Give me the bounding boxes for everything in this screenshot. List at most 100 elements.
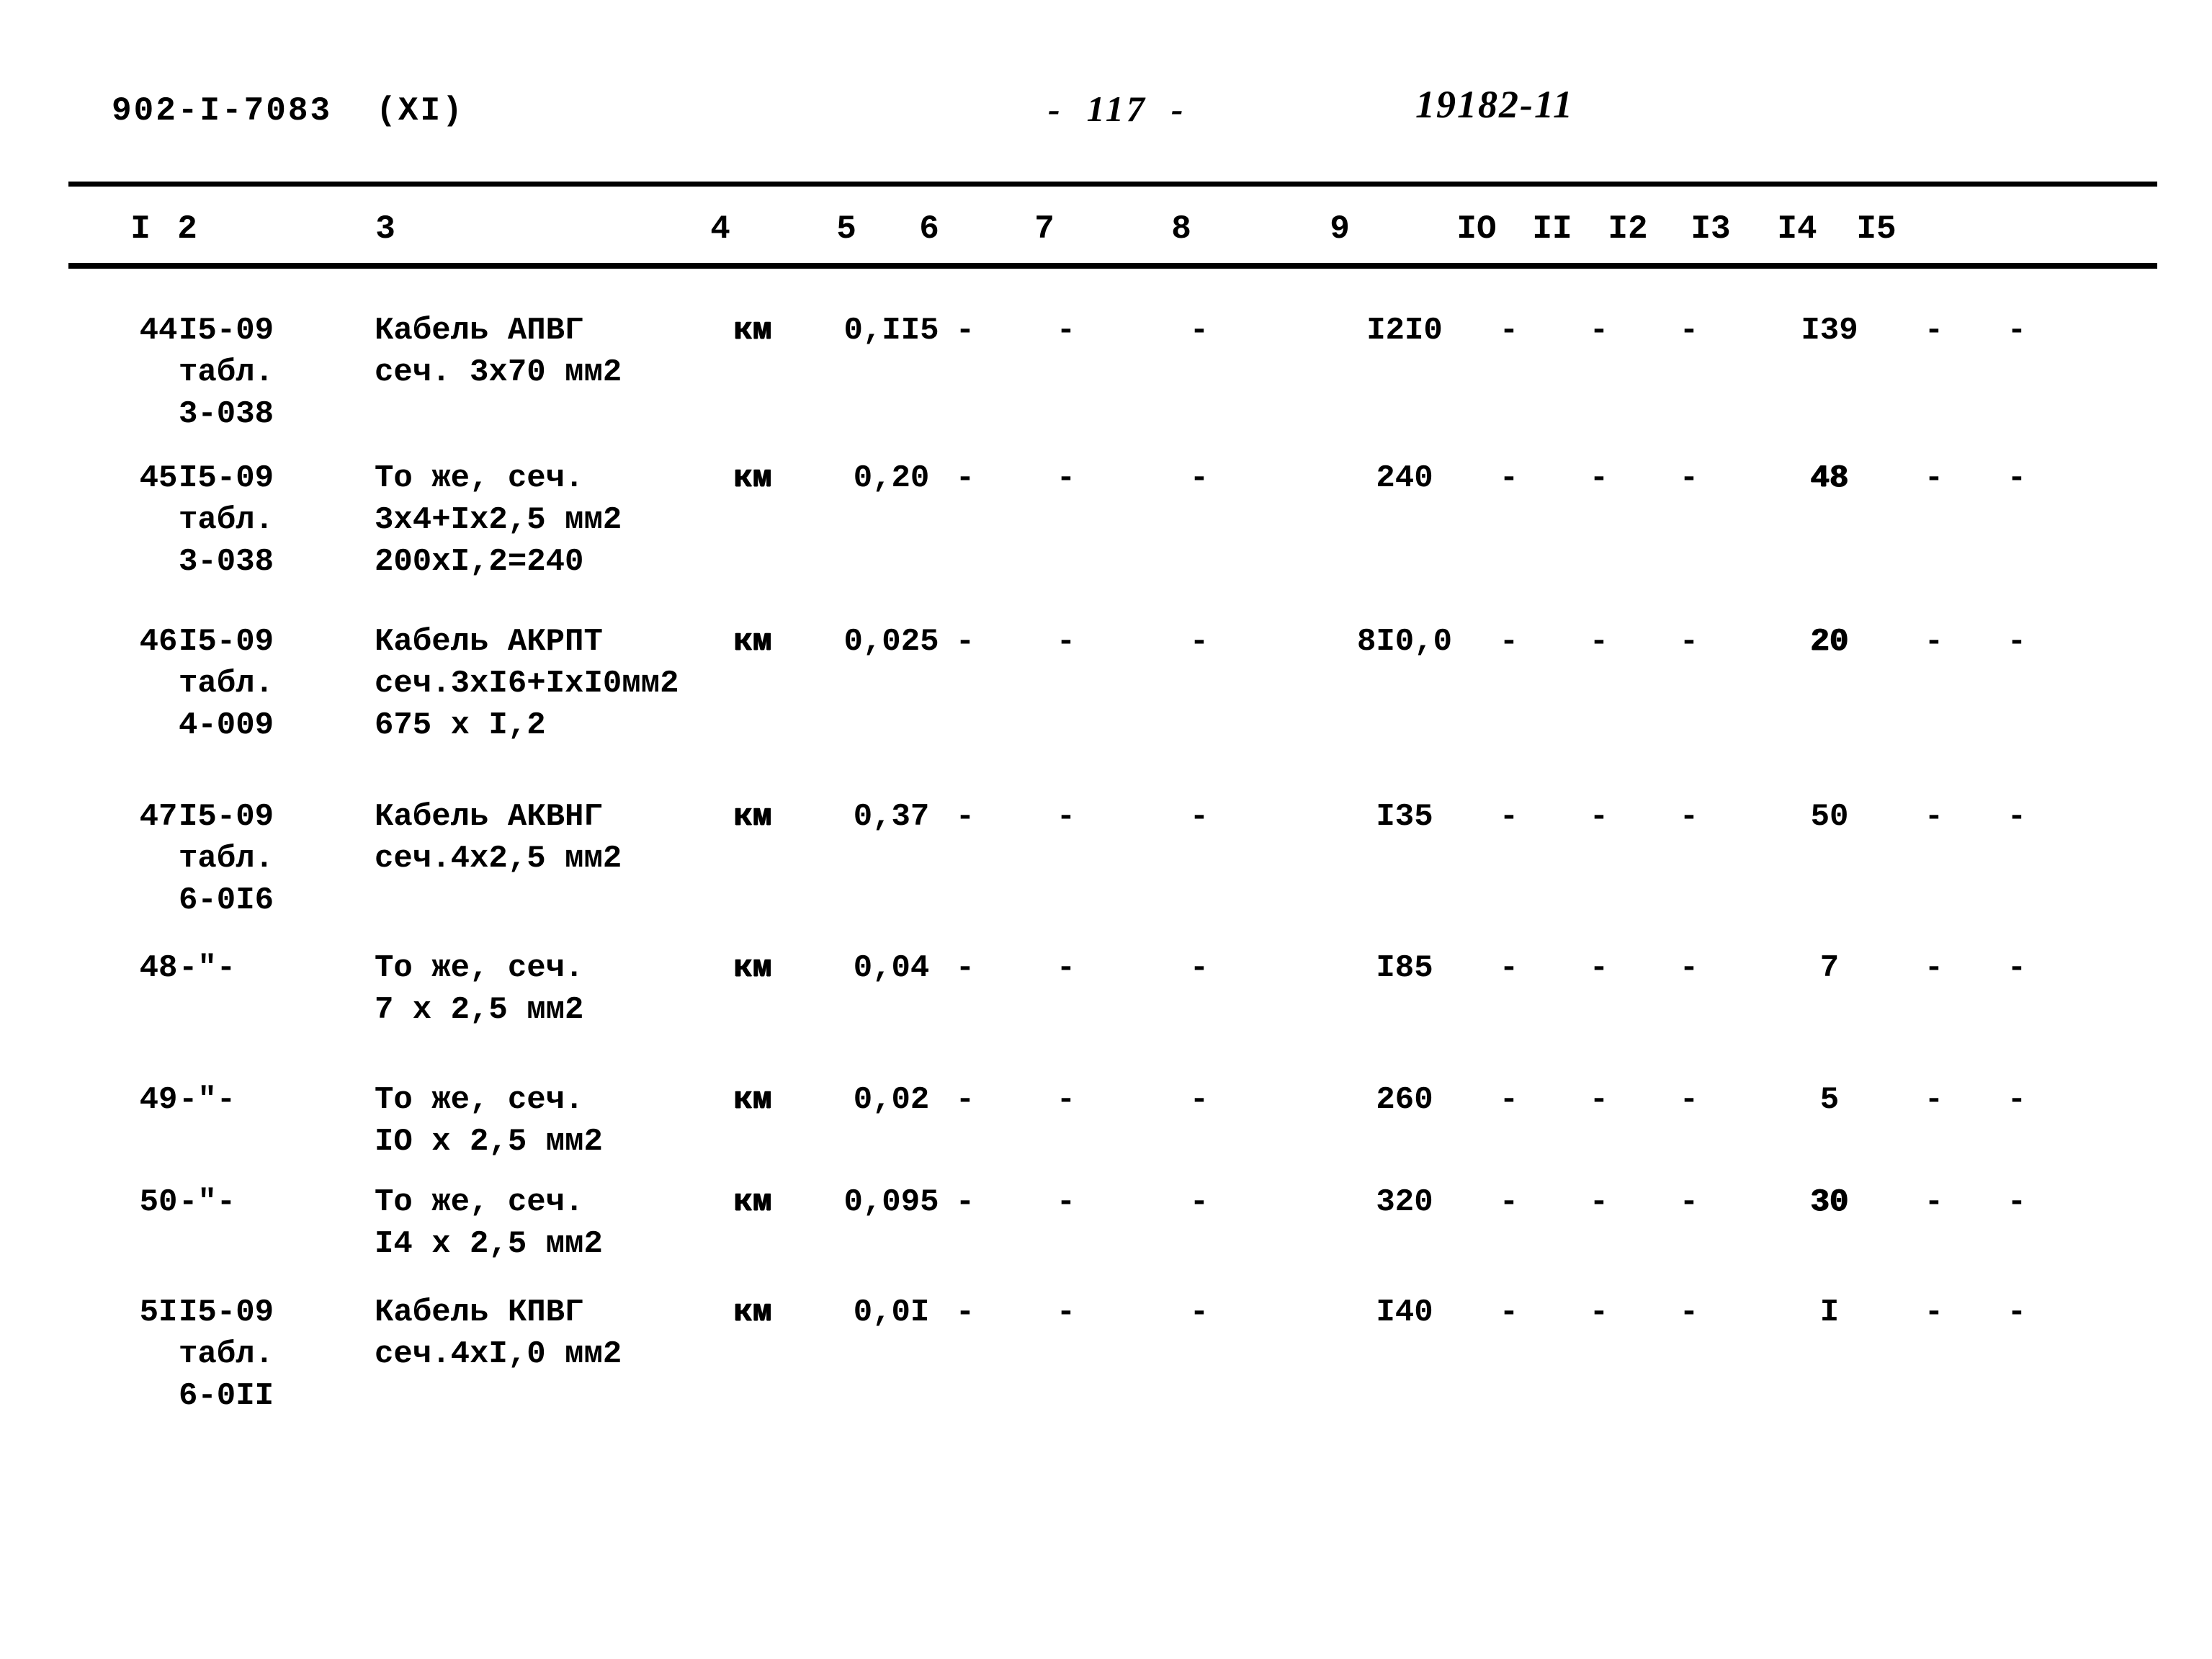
cell-c8: - xyxy=(1189,1082,1209,1118)
cell-c3: Кабель КПВГ сеч.4хI,0 мм2 xyxy=(375,1292,691,1375)
cell-c13: 48 xyxy=(1810,460,1849,496)
cell-c13: 20 xyxy=(1810,624,1849,660)
cell-line: 675 х I,2 xyxy=(375,707,546,743)
cell-c2: -"- xyxy=(179,1079,344,1121)
cell-line: -"- xyxy=(179,1184,236,1220)
cell-c4: км xyxy=(733,799,772,835)
cell-c11: - xyxy=(1589,1294,1609,1331)
cell-c9: 260 xyxy=(1376,1082,1433,1118)
cell-c5: 0,095 xyxy=(843,1184,939,1220)
cell-c4: км xyxy=(733,313,772,349)
cell-c3: Кабель АПВГ сеч. 3х70 мм2 xyxy=(375,310,691,393)
cell-c2: I5-09 табл. 4-009 xyxy=(179,621,344,746)
cell-c14: - xyxy=(1924,1294,1944,1331)
cell-c10: - xyxy=(1499,313,1519,349)
cell-c6: - xyxy=(955,1082,975,1118)
cell-c12: - xyxy=(1679,313,1699,349)
cell-line: сеч. 3х70 мм2 xyxy=(375,354,622,390)
cell-line: 4-009 xyxy=(179,707,274,743)
cell-c7: - xyxy=(1056,1184,1076,1220)
cell-c13: 5 xyxy=(1819,1082,1840,1118)
cell-c8: - xyxy=(1189,1294,1209,1331)
cell-c13: 50 xyxy=(1810,799,1849,835)
cell-c10: - xyxy=(1499,624,1519,660)
cell-c15: - xyxy=(2007,624,2027,660)
cell-line: I5-09 xyxy=(179,313,274,349)
cell-line: 3-038 xyxy=(179,544,274,580)
column-header-1: I xyxy=(130,210,151,248)
cell-line: То же, сеч. xyxy=(375,460,584,496)
cell-c5: 0,025 xyxy=(843,624,939,660)
cell-c7: - xyxy=(1056,799,1076,835)
column-header-7: 7 xyxy=(1034,210,1054,248)
cell-c3: Кабель АКРПТ сеч.3хI6+IхI0мм2 675 х I,2 xyxy=(375,621,691,746)
cell-c9: 240 xyxy=(1376,460,1433,496)
cell-c3: То же, сеч. I4 х 2,5 мм2 xyxy=(375,1181,691,1265)
cell-c4: км xyxy=(733,1294,772,1331)
cell-c14: - xyxy=(1924,1082,1944,1118)
cell-c13: I xyxy=(1819,1294,1840,1331)
cell-line: -"- xyxy=(179,950,236,986)
cell-c6: - xyxy=(955,1294,975,1331)
cell-c3: То же, сеч. IO х 2,5 мм2 xyxy=(375,1079,691,1163)
handwritten-page-number: - 117 - xyxy=(1048,89,1186,129)
column-header-10: IO xyxy=(1456,210,1497,248)
cell-c14: - xyxy=(1924,313,1944,349)
cell-c7: - xyxy=(1056,460,1076,496)
cell-line: I5-09 xyxy=(179,460,274,496)
cell-c11: - xyxy=(1589,1082,1609,1118)
cell-c3: То же, сеч. 3х4+Iх2,5 мм2 200хI,2=240 xyxy=(375,457,691,583)
cell-c2: -"- xyxy=(179,947,344,989)
cell-c12: - xyxy=(1679,1184,1699,1220)
cell-c14: - xyxy=(1924,460,1944,496)
cell-c8: - xyxy=(1189,1184,1209,1220)
cell-c8: - xyxy=(1189,624,1209,660)
cell-line: сеч.3хI6+IхI0мм2 xyxy=(375,666,679,702)
cell-c12: - xyxy=(1679,624,1699,660)
cell-c8: - xyxy=(1189,460,1209,496)
cell-c10: - xyxy=(1499,1294,1519,1331)
cell-line: I5-09 xyxy=(179,1294,274,1331)
cell-line: IO х 2,5 мм2 xyxy=(375,1124,603,1160)
cell-c15: - xyxy=(2007,460,2027,496)
cell-c9: 8I0,0 xyxy=(1356,624,1453,660)
column-header-13: I3 xyxy=(1691,210,1731,248)
cell-c10: - xyxy=(1499,1082,1519,1118)
cell-c7: - xyxy=(1056,1294,1076,1331)
cell-line: То же, сеч. xyxy=(375,1184,584,1220)
cell-line: Кабель АКВНГ xyxy=(375,799,603,835)
cell-c11: - xyxy=(1589,1184,1609,1220)
cell-c5: 0,II5 xyxy=(843,313,939,349)
cell-line: 6-0I6 xyxy=(179,882,274,918)
cell-c5: 0,0I xyxy=(853,1294,930,1331)
cell-c7: - xyxy=(1056,1082,1076,1118)
cell-c12: - xyxy=(1679,799,1699,835)
cell-c15: - xyxy=(2007,1082,2027,1118)
cell-c15: - xyxy=(2007,799,2027,835)
cell-c14: - xyxy=(1924,950,1944,986)
cell-c5: 0,20 xyxy=(853,460,930,496)
cell-c5: 0,02 xyxy=(853,1082,930,1118)
cell-c10: - xyxy=(1499,950,1519,986)
column-header-3: 3 xyxy=(375,210,395,248)
handwritten-stamp-number: 19182-11 xyxy=(1415,83,1575,126)
cell-line: 3-038 xyxy=(179,396,274,432)
column-header-5: 5 xyxy=(836,210,856,248)
cell-line: табл. xyxy=(179,1336,274,1372)
column-header-9: 9 xyxy=(1330,210,1350,248)
cell-c5: 0,37 xyxy=(853,799,930,835)
cell-line: табл. xyxy=(179,666,274,702)
cell-c13: 30 xyxy=(1810,1184,1849,1220)
cell-line: табл. xyxy=(179,841,274,877)
cell-c12: - xyxy=(1679,950,1699,986)
cell-c7: - xyxy=(1056,950,1076,986)
cell-c2: I5-09 табл. 3-038 xyxy=(179,457,344,583)
cell-c7: - xyxy=(1056,313,1076,349)
cell-line: Кабель АКРПТ xyxy=(375,624,603,660)
cell-c11: - xyxy=(1589,460,1609,496)
cell-line: I4 х 2,5 мм2 xyxy=(375,1226,603,1262)
cell-c15: - xyxy=(2007,950,2027,986)
table-header-rule xyxy=(68,263,2157,269)
column-header-4: 4 xyxy=(710,210,730,248)
cell-c2: I5-09 табл. 6-0I6 xyxy=(179,796,344,921)
